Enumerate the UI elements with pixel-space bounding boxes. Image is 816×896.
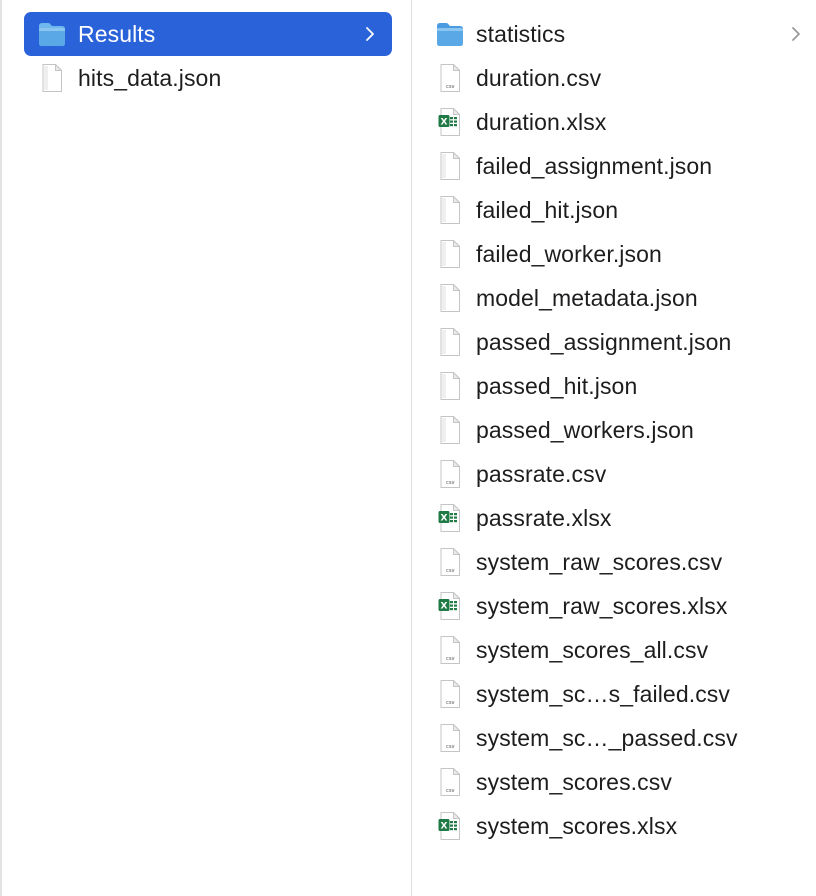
svg-text:csv: csv: [446, 700, 455, 706]
item-label: passed_hit.json: [476, 372, 638, 399]
file-list: Results hits_data.json: [24, 0, 411, 100]
file-item-system-sc-passed-csv[interactable]: csv system_sc…_passed.csv: [434, 716, 816, 760]
svg-text:X: X: [441, 514, 448, 524]
folder-item-statistics[interactable]: statistics: [434, 12, 816, 56]
svg-text:csv: csv: [446, 656, 455, 662]
item-label: duration.csv: [476, 64, 602, 91]
file-item-passrate-csv[interactable]: csv passrate.csv: [434, 452, 816, 496]
item-label: system_raw_scores.xlsx: [476, 592, 728, 619]
json-file-icon: [434, 326, 466, 358]
csv-file-icon: csv: [434, 62, 466, 94]
json-file-icon: [434, 194, 466, 226]
file-list: statistics csv duration.csv Xduration.xlsx f…: [434, 0, 816, 848]
item-label: system_sc…_passed.csv: [476, 724, 738, 751]
chevron-right-icon: [786, 24, 806, 44]
file-item-system-scores-csv[interactable]: csv system_scores.csv: [434, 760, 816, 804]
folder-icon: [36, 18, 68, 50]
json-file-icon: [434, 150, 466, 182]
svg-text:X: X: [441, 118, 448, 128]
file-item-passrate-xlsx[interactable]: Xpassrate.xlsx: [434, 496, 816, 540]
json-file-icon: [434, 370, 466, 402]
item-label: failed_worker.json: [476, 240, 662, 267]
column-2[interactable]: statistics csv duration.csv Xduration.xlsx f…: [412, 0, 816, 896]
file-item-system-raw-scores-xlsx[interactable]: Xsystem_raw_scores.xlsx: [434, 584, 816, 628]
file-item-passed-hit-json[interactable]: passed_hit.json: [434, 364, 816, 408]
svg-text:csv: csv: [446, 480, 455, 486]
json-file-icon: [434, 414, 466, 446]
item-label: system_raw_scores.csv: [476, 548, 723, 575]
column-1[interactable]: Results hits_data.json: [0, 0, 411, 896]
json-file-icon: [434, 282, 466, 314]
folder-item-results[interactable]: Results: [24, 12, 392, 56]
file-item-duration-xlsx[interactable]: Xduration.xlsx: [434, 100, 816, 144]
item-label: failed_hit.json: [476, 196, 619, 223]
finder-column-browser: Results hits_data.json statistics csv durat…: [0, 0, 816, 896]
item-label: failed_assignment.json: [476, 152, 713, 179]
json-file-icon: [434, 238, 466, 270]
csv-file-icon: csv: [434, 722, 466, 754]
svg-text:csv: csv: [446, 744, 455, 750]
item-label: model_metadata.json: [476, 284, 698, 311]
csv-file-icon: csv: [434, 634, 466, 666]
csv-file-icon: csv: [434, 678, 466, 710]
csv-file-icon: csv: [434, 546, 466, 578]
excel-file-icon: X: [434, 810, 466, 842]
item-label: system_scores_all.csv: [476, 636, 709, 663]
chevron-right-icon: [360, 24, 380, 44]
file-item-duration-csv[interactable]: csv duration.csv: [434, 56, 816, 100]
item-label: passrate.xlsx: [476, 504, 612, 531]
file-item-passed-assignment-json[interactable]: passed_assignment.json: [434, 320, 816, 364]
svg-text:X: X: [441, 602, 448, 612]
item-label: duration.xlsx: [476, 108, 607, 135]
csv-file-icon: csv: [434, 766, 466, 798]
excel-file-icon: X: [434, 106, 466, 138]
svg-text:X: X: [441, 822, 448, 832]
file-item-failed-assignment-json[interactable]: failed_assignment.json: [434, 144, 816, 188]
file-item-hits-data-json[interactable]: hits_data.json: [24, 56, 392, 100]
item-label: hits_data.json: [78, 64, 222, 91]
file-item-system-sc-s-failed-csv[interactable]: csv system_sc…s_failed.csv: [434, 672, 816, 716]
file-item-failed-hit-json[interactable]: failed_hit.json: [434, 188, 816, 232]
excel-file-icon: X: [434, 502, 466, 534]
file-item-system-scores-all-csv[interactable]: csv system_scores_all.csv: [434, 628, 816, 672]
file-item-system-raw-scores-csv[interactable]: csv system_raw_scores.csv: [434, 540, 816, 584]
csv-file-icon: csv: [434, 458, 466, 490]
item-label: Results: [78, 20, 156, 47]
excel-file-icon: X: [434, 590, 466, 622]
item-label: system_scores.csv: [476, 768, 672, 795]
file-item-system-scores-xlsx[interactable]: Xsystem_scores.xlsx: [434, 804, 816, 848]
file-item-passed-workers-json[interactable]: passed_workers.json: [434, 408, 816, 452]
svg-text:csv: csv: [446, 788, 455, 794]
item-label: system_sc…s_failed.csv: [476, 680, 730, 707]
item-label: passed_workers.json: [476, 416, 694, 443]
item-label: passrate.csv: [476, 460, 607, 487]
item-label: passed_assignment.json: [476, 328, 732, 355]
json-file-icon: [36, 62, 68, 94]
item-label: system_scores.xlsx: [476, 812, 678, 839]
file-item-failed-worker-json[interactable]: failed_worker.json: [434, 232, 816, 276]
item-label: statistics: [476, 20, 566, 47]
svg-text:csv: csv: [446, 84, 455, 90]
svg-text:csv: csv: [446, 568, 455, 574]
file-item-model-metadata-json[interactable]: model_metadata.json: [434, 276, 816, 320]
folder-icon: [434, 18, 466, 50]
